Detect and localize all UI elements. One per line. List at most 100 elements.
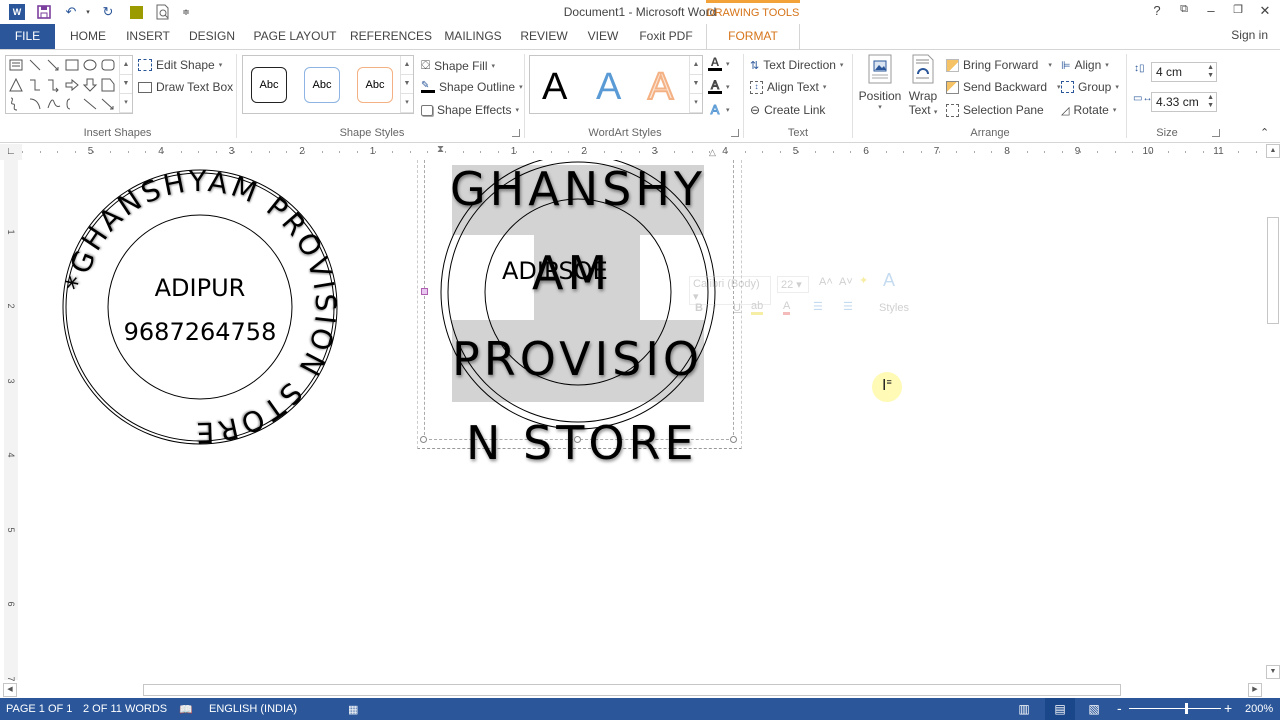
save-icon[interactable]: [36, 4, 52, 20]
tab-review[interactable]: REVIEW: [516, 24, 572, 49]
vertical-ruler[interactable]: 1234567: [4, 160, 18, 681]
numbering-icon[interactable]: ☰: [843, 300, 853, 313]
highlight-icon[interactable]: ab: [751, 300, 764, 315]
group-button[interactable]: Group ▾: [1061, 80, 1119, 94]
word-logo-icon[interactable]: W: [9, 4, 25, 20]
shape-style-preset-1[interactable]: Abc: [251, 67, 287, 103]
tab-insert[interactable]: INSERT: [122, 24, 174, 49]
zoom-out-button[interactable]: -: [1117, 700, 1122, 716]
grow-font-icon[interactable]: A˄: [819, 276, 833, 288]
width-spinner[interactable]: ▲ ▼: [1207, 94, 1214, 110]
shrink-font-icon[interactable]: A˅: [839, 276, 853, 288]
shape-styles-launcher-icon[interactable]: [512, 129, 520, 137]
gallery-scroll-down[interactable]: ▼: [401, 75, 413, 94]
text-effects-button[interactable]: A ▾: [708, 102, 729, 118]
redo-icon[interactable]: ↻: [100, 4, 116, 20]
document-page[interactable]: *GHANSHYAM PROVISION STORE ADIPUR 968726…: [20, 160, 1264, 682]
horizontal-scrollbar[interactable]: ◀ ▶: [0, 682, 1264, 698]
gallery-more[interactable]: ▾: [401, 94, 413, 113]
indent-marker-icon[interactable]: ⧗: [437, 144, 444, 155]
gallery-scroll-down[interactable]: ▼: [120, 75, 132, 94]
proofing-icon[interactable]: 📖: [179, 703, 193, 716]
position-button[interactable]: Position ▾: [858, 54, 902, 124]
print-preview-icon[interactable]: [155, 4, 171, 20]
horizontal-ruler[interactable]: ∟ 5 4 3 2 1 1 2 3 4 5 6 7 8 9 10 11 ⧗ △: [0, 144, 1264, 160]
wordart-preset-black[interactable]: A: [542, 66, 567, 109]
close-icon[interactable]: ✕: [1255, 3, 1275, 21]
size-launcher-icon[interactable]: [1212, 129, 1220, 137]
gallery-scroll-up[interactable]: ▲: [401, 56, 413, 75]
customize-qat-icon[interactable]: ≑: [178, 4, 194, 20]
wordart-styles-gallery[interactable]: A A A ▲ ▼ ▾: [529, 55, 703, 114]
tab-file[interactable]: FILE: [0, 24, 55, 49]
tab-view[interactable]: VIEW: [582, 24, 624, 49]
mini-size-select[interactable]: 22 ▾: [777, 276, 809, 293]
align-button[interactable]: ⊫ Align ▾: [1061, 58, 1109, 72]
align-text-button[interactable]: ↕ Align Text ▾: [750, 80, 826, 94]
shape-style-preset-2[interactable]: Abc: [304, 67, 340, 103]
mini-toolbar[interactable]: Calibri (Body) ▾ 22 ▾ A˄ A˅ ✦ A B I U ab…: [683, 268, 915, 326]
stamp-circular[interactable]: *GHANSHYAM PROVISION STORE ADIPUR 968726…: [60, 160, 340, 455]
height-spinner[interactable]: ▲ ▼: [1207, 64, 1214, 80]
language-indicator[interactable]: ENGLISH (INDIA): [209, 703, 297, 715]
word-count[interactable]: 2 OF 11 WORDS: [83, 703, 167, 715]
read-mode-button[interactable]: ▥: [1009, 698, 1039, 720]
tab-references[interactable]: REFERENCES: [350, 24, 432, 49]
macro-recording-icon[interactable]: ▦: [348, 703, 358, 716]
shape-fill-button[interactable]: ⛋ Shape Fill ▾: [421, 58, 495, 73]
minimize-icon[interactable]: –: [1201, 3, 1221, 21]
text-fill-button[interactable]: A ▾: [708, 56, 730, 71]
bullets-icon[interactable]: ☰: [813, 300, 823, 313]
tab-home[interactable]: HOME: [62, 24, 114, 49]
color-swatch-icon[interactable]: [128, 4, 144, 20]
edit-shape-button[interactable]: Edit Shape ▾: [138, 58, 222, 72]
tab-design[interactable]: DESIGN: [184, 24, 240, 49]
sign-in-link[interactable]: Sign in: [1231, 28, 1268, 42]
wordart-launcher-icon[interactable]: [731, 129, 739, 137]
create-link-button[interactable]: ⊖ Create Link: [750, 103, 825, 117]
tab-format[interactable]: FORMAT: [706, 24, 800, 50]
format-painter-icon[interactable]: ✦: [859, 274, 868, 287]
resize-handle-left[interactable]: [421, 288, 428, 295]
text-outline-button[interactable]: A ▾: [708, 79, 730, 94]
tab-foxit-pdf[interactable]: Foxit PDF: [634, 24, 698, 49]
send-backward-button[interactable]: Send Backward ▾: [946, 80, 1061, 94]
resize-handle-bottom-left[interactable]: [420, 436, 427, 443]
selection-pane-button[interactable]: Selection Pane: [946, 103, 1044, 117]
shape-width-input[interactable]: 4.33 cm ▲ ▼: [1151, 92, 1217, 112]
page-count[interactable]: PAGE 1 OF 1: [6, 703, 72, 715]
tab-mailings[interactable]: MAILINGS: [440, 24, 506, 49]
shape-outline-button[interactable]: ✎ Shape Outline ▾: [421, 80, 523, 94]
gallery-more[interactable]: ▾: [690, 94, 702, 113]
text-direction-button[interactable]: ⇅ Text Direction ▾: [750, 58, 843, 72]
undo-dropdown-icon[interactable]: ▾: [80, 4, 96, 20]
print-layout-button[interactable]: ▤: [1045, 698, 1075, 720]
mini-italic-button[interactable]: I: [713, 302, 716, 314]
zoom-slider[interactable]: [1129, 703, 1221, 714]
mini-bold-button[interactable]: B: [695, 302, 703, 314]
shape-styles-gallery[interactable]: Abc Abc Abc ▲ ▼ ▾: [242, 55, 414, 114]
web-layout-button[interactable]: ▧: [1079, 698, 1109, 720]
shape-effects-button[interactable]: Shape Effects ▾: [421, 103, 519, 117]
gallery-scroll-down[interactable]: ▼: [690, 75, 702, 94]
resize-handle-bottom[interactable]: [574, 436, 581, 443]
font-color-icon[interactable]: A: [783, 300, 791, 315]
collapse-ribbon-icon[interactable]: ⌃: [1260, 126, 1269, 139]
ribbon-display-options-icon[interactable]: ⧉: [1174, 3, 1194, 21]
wordart-preset-blue[interactable]: A: [596, 66, 621, 109]
shape-style-preset-3[interactable]: Abc: [357, 67, 393, 103]
zoom-in-button[interactable]: +: [1224, 700, 1232, 716]
scroll-down-button[interactable]: ▼: [1266, 665, 1280, 679]
scroll-right-button[interactable]: ▶: [1248, 683, 1262, 697]
right-indent-marker-icon[interactable]: △: [709, 147, 716, 158]
mini-underline-button[interactable]: U: [733, 302, 741, 314]
restore-icon[interactable]: ❐: [1228, 3, 1248, 21]
draw-text-box-button[interactable]: Draw Text Box: [138, 80, 233, 94]
resize-handle-bottom-right[interactable]: [730, 436, 737, 443]
vertical-scroll-thumb[interactable]: [1267, 217, 1279, 324]
gallery-more[interactable]: ▾: [120, 94, 132, 113]
styles-a-icon[interactable]: A: [883, 270, 895, 291]
rotate-button[interactable]: ◿ Rotate ▾: [1061, 103, 1116, 117]
scroll-up-button[interactable]: ▲: [1266, 144, 1280, 158]
undo-icon[interactable]: ↶: [63, 4, 79, 20]
